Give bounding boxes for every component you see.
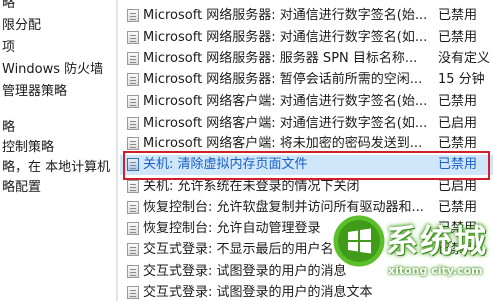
policy-row[interactable]: 交互式登录: 试图登录的用户的消息 — [120, 262, 493, 282]
policy-name: 交互式登录: 试图登录的用户的消息文本 — [143, 285, 373, 300]
policy-icon — [127, 158, 139, 171]
policy-row-selected[interactable]: 关机: 清除虚拟内存页面文件 已禁用 — [120, 155, 493, 175]
policy-state: 已启用 — [438, 179, 478, 194]
policy-state: 已禁用 — [438, 157, 478, 172]
policy-icon — [127, 137, 139, 150]
policy-row[interactable]: Microsoft 网络服务器: 服务器 SPN 目标名称... 没有定义 — [120, 49, 493, 69]
tree-item[interactable]: 略配置 — [2, 178, 41, 198]
policy-state: 已禁用 — [438, 242, 478, 257]
policy-icon — [127, 73, 139, 86]
tree-item-local-computer[interactable]: 略，在 本地计算机 — [2, 158, 110, 178]
policy-state: 15 分钟 — [438, 72, 485, 87]
policy-state: 已禁用 — [438, 221, 478, 236]
policy-icon — [127, 9, 139, 22]
tree-item[interactable]: 略 — [2, 118, 15, 138]
policy-state: 已启用 — [438, 116, 478, 131]
policy-state: 已禁用 — [438, 8, 478, 23]
policy-icon — [127, 180, 139, 193]
policy-name: Microsoft 网络服务器: 对通信进行数字签名(如... — [143, 30, 428, 45]
tree-item-windows-firewall[interactable]: Windows 防火墙 — [2, 60, 103, 80]
policy-row[interactable]: Microsoft 网络客户端: 将未加密的密码发送到... 已禁用 — [120, 134, 493, 154]
policy-icon — [127, 286, 139, 299]
policy-state: 已禁用 — [438, 200, 478, 215]
console-tree: 略 限分配 项 Windows 防火墙 管理器策略 略 控制策略 略，在 本地计… — [0, 0, 116, 301]
policy-row[interactable]: Microsoft 网络服务器: 对通信进行数字签名(如... 已禁用 — [120, 28, 493, 48]
policy-name: 交互式登录: 试图登录的用户的消息 — [143, 264, 347, 279]
policy-row[interactable]: Microsoft 网络服务器: 暂停会话前所需的空闲... 15 分钟 — [120, 70, 493, 90]
tree-item[interactable]: 略 — [2, 0, 15, 14]
policy-icon — [127, 243, 139, 256]
policy-row[interactable]: 关机: 允许系统在未登录的情况下关闭 已启用 — [120, 177, 493, 197]
policy-row[interactable]: 交互式登录: 试图登录的用户的消息文本 — [120, 283, 493, 301]
policy-row[interactable]: Microsoft 网络客户端: 对通信进行数字签名(始... 已禁用 — [120, 92, 493, 112]
policy-name: 恢复控制台: 允许自动管理登录 — [143, 221, 321, 236]
policy-name: Microsoft 网络客户端: 对通信进行数字签名(如... — [143, 116, 428, 131]
policy-row[interactable]: 恢复控制台: 允许自动管理登录 已禁用 — [120, 219, 493, 239]
policy-row[interactable]: Microsoft 网络服务器: 对通信进行数字签名(始... 已禁用 — [120, 6, 493, 26]
policy-name: Microsoft 网络客户端: 对通信进行数字签名(始... — [143, 94, 428, 109]
policy-icon — [127, 201, 139, 214]
policy-icon — [127, 265, 139, 278]
policy-name: Microsoft 网络客户端: 将未加密的密码发送到... — [143, 136, 423, 151]
tree-item[interactable]: 项 — [2, 38, 15, 58]
tree-item[interactable]: 限分配 — [2, 16, 41, 36]
policy-name: 交互式登录: 不显示最后的用户名 — [143, 242, 334, 257]
policy-name: 恢复控制台: 允许软盘复制并访问所有驱动器和... — [143, 200, 424, 215]
policy-state: 没有定义 — [438, 51, 491, 66]
policy-state: 已禁用 — [438, 94, 478, 109]
policy-state: 已禁用 — [438, 30, 478, 45]
pane-splitter[interactable] — [116, 0, 118, 301]
policy-name: 关机: 清除虚拟内存页面文件 — [143, 157, 308, 172]
policy-list: Microsoft 网络服务器: 对通信进行数字签名(始... 已禁用 Micr… — [120, 0, 493, 301]
policy-row[interactable]: Microsoft 网络客户端: 对通信进行数字签名(如... 已启用 — [120, 114, 493, 134]
tree-item[interactable]: 控制策略 — [2, 138, 54, 158]
policy-icon — [127, 31, 139, 44]
policy-icon — [127, 52, 139, 65]
policy-state: 已禁用 — [438, 136, 478, 151]
policy-icon — [127, 222, 139, 235]
policy-row[interactable]: 恢复控制台: 允许软盘复制并访问所有驱动器和... 已禁用 — [120, 198, 493, 218]
policy-name: Microsoft 网络服务器: 服务器 SPN 目标名称... — [143, 51, 418, 66]
policy-name: 关机: 允许系统在未登录的情况下关闭 — [143, 179, 360, 194]
policy-icon — [127, 95, 139, 108]
policy-name: Microsoft 网络服务器: 暂停会话前所需的空闲... — [143, 72, 423, 87]
policy-name: Microsoft 网络服务器: 对通信进行数字签名(始... — [143, 8, 428, 23]
policy-row[interactable]: 交互式登录: 不显示最后的用户名 已禁用 — [120, 240, 493, 260]
tree-item[interactable]: 管理器策略 — [2, 82, 67, 102]
policy-icon — [127, 117, 139, 130]
